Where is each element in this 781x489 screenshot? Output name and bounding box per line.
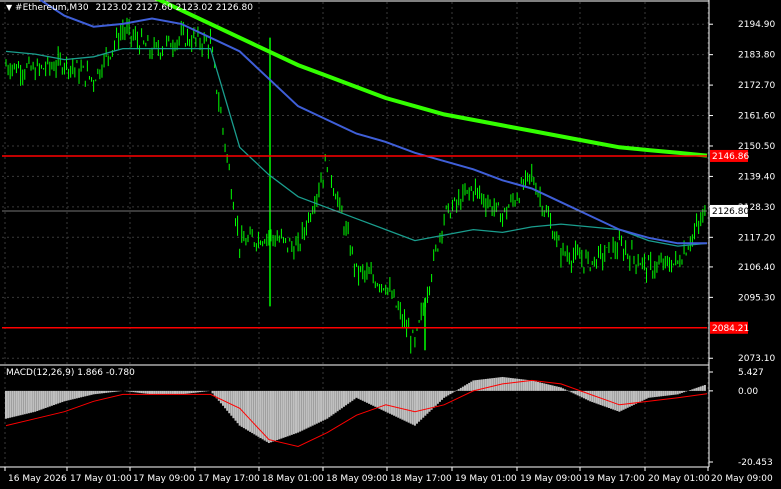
time-axis-label: 20 May 09:00 xyxy=(711,474,773,484)
time-axis-label: 20 May 01:00 xyxy=(648,474,710,484)
time-axis-label: 17 May 17:00 xyxy=(198,474,260,484)
price-axis-label: 2139.40 xyxy=(738,172,775,182)
price-axis-label: 2194.90 xyxy=(738,20,775,30)
time-axis-label: 18 May 17:00 xyxy=(390,474,452,484)
price-axis-label: 2183.80 xyxy=(738,51,775,61)
symbol-label: #Ethereum,M30 xyxy=(15,3,89,13)
macd-axis-label: 0.00 xyxy=(738,387,758,397)
macd-axis-label: 5.427 xyxy=(738,368,764,378)
time-axis-label: 19 May 09:00 xyxy=(520,474,582,484)
time-axis-label: 19 May 01:00 xyxy=(455,474,517,484)
chart-window[interactable]: 2194.90 2183.80 2172.70 2161.60 2150.50 2139.… xyxy=(0,0,781,489)
price-axis-label: 2095.30 xyxy=(738,293,775,303)
price-axis-label: 2106.40 xyxy=(738,263,775,273)
time-axis-label: 19 May 17:00 xyxy=(583,474,645,484)
price-axis-label: 2117.20 xyxy=(738,233,775,243)
price-tag-lower-label: 2084.21 xyxy=(712,324,749,334)
price-tag-current-label: 2126.80 xyxy=(712,207,749,217)
macd-label: MACD(12,26,9) 1.866 -0.780 xyxy=(6,368,135,378)
macd-axis-label: -20.453 xyxy=(738,458,773,468)
time-axis-label: 17 May 09:00 xyxy=(133,474,195,484)
price-tag-upper-label: 2146.86 xyxy=(712,152,749,162)
price-axis-label: 2073.10 xyxy=(738,354,775,364)
ma-line-slow xyxy=(154,0,708,158)
time-axis-label: 18 May 01:00 xyxy=(262,474,324,484)
time-axis-label: 18 May 09:00 xyxy=(326,474,388,484)
chart-canvas[interactable]: 2194.902183.802172.702161.602150.502139.… xyxy=(0,0,781,489)
price-axis-label: 2161.60 xyxy=(738,112,775,122)
header: ▼ #Ethereum,M30 2123.02 2127.60 2123.02 … xyxy=(6,3,253,13)
price-axis-label: 2172.70 xyxy=(738,81,775,91)
macd-signal-line xyxy=(5,379,708,448)
ma-line-fast xyxy=(5,47,708,247)
time-axis-label: 17 May 01:00 xyxy=(70,474,132,484)
ma-line-mid xyxy=(38,0,707,245)
dropdown-arrow-icon[interactable]: ▼ xyxy=(6,3,12,12)
ohlc-values: 2123.02 2127.60 2123.02 2126.80 xyxy=(95,3,253,13)
time-axis-label: 16 May 2026 xyxy=(8,474,67,484)
